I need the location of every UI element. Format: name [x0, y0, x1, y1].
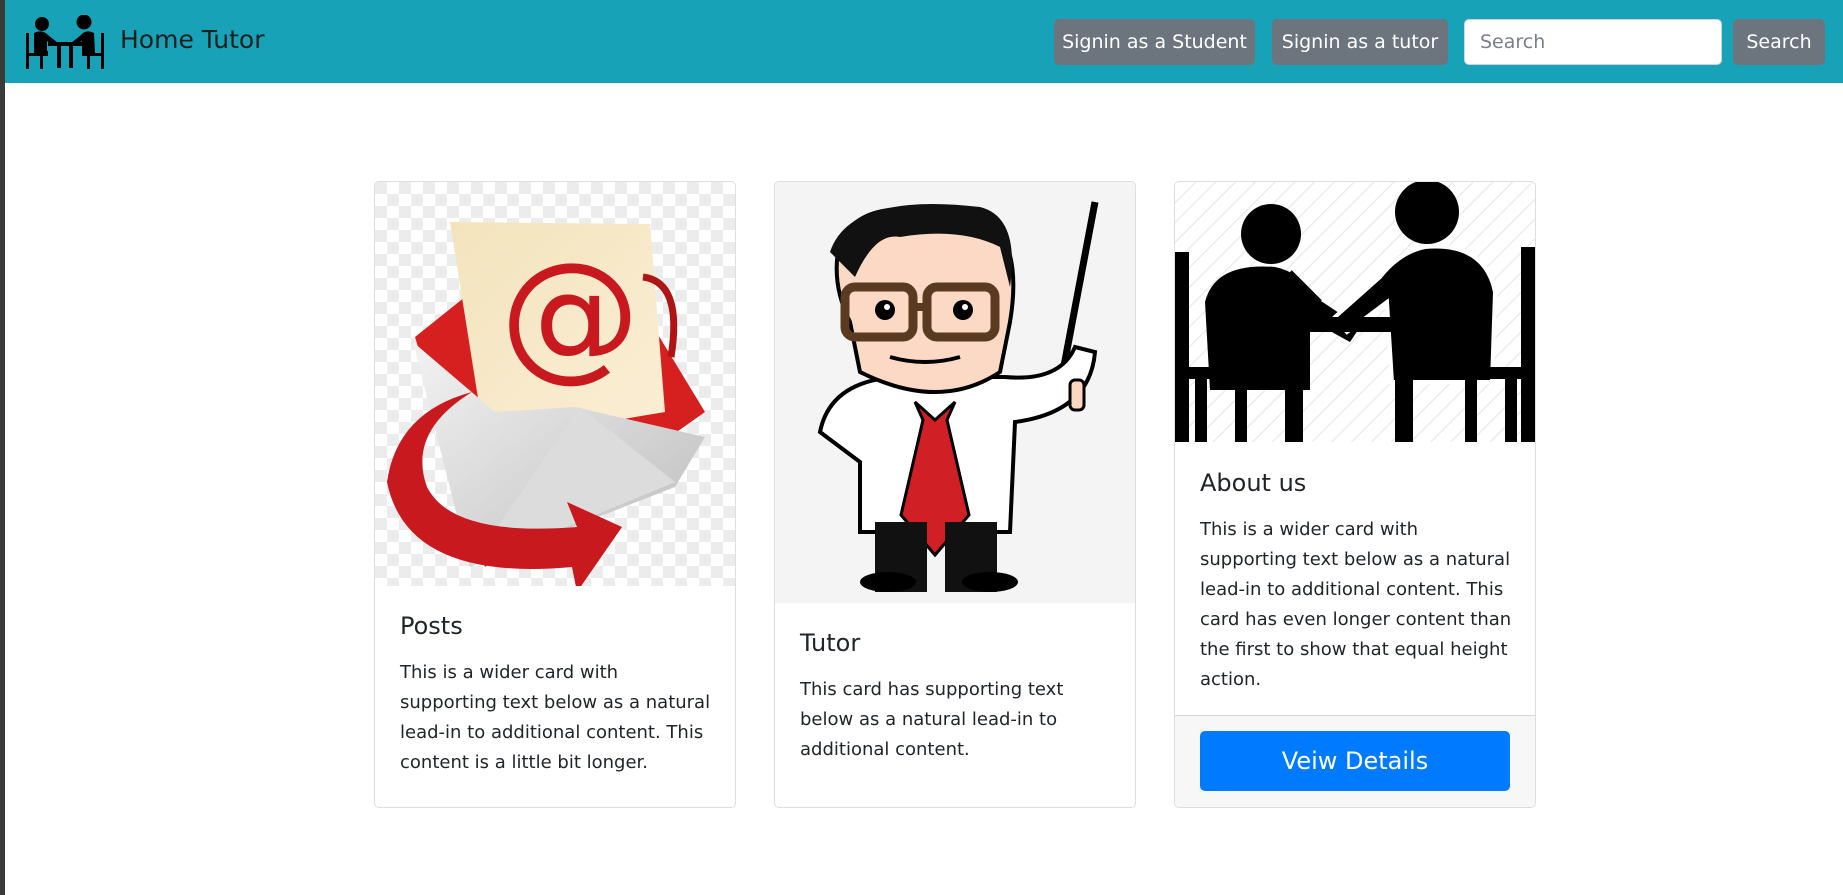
- view-details-button[interactable]: Veiw Details: [1200, 731, 1510, 791]
- posts-card: @ Posts This is a wider card with suppor…: [374, 181, 736, 808]
- tutoring-session-icon: [1175, 182, 1535, 442]
- about-card-footer: Veiw Details: [1175, 715, 1535, 807]
- search-input[interactable]: [1464, 19, 1722, 65]
- posts-card-text: This is a wider card with supporting tex…: [400, 662, 711, 773]
- tutor-card: Tutor This card has supporting text belo…: [774, 181, 1136, 808]
- tutor-with-pointer-illustration: [775, 182, 1135, 603]
- tutor-card-title: Tutor: [800, 629, 861, 657]
- about-card: About us This is a wider card with suppo…: [1174, 181, 1536, 808]
- window-left-edge: [0, 0, 5, 895]
- top-navbar: Home Tutor Signin as a Student Signin as…: [5, 0, 1843, 83]
- tutor-card-text: This card has supporting text below as a…: [800, 679, 1064, 760]
- signin-tutor-button[interactable]: Signin as a tutor: [1272, 19, 1448, 65]
- signin-student-button[interactable]: Signin as a Student: [1054, 19, 1255, 65]
- search-button[interactable]: Search: [1733, 19, 1825, 65]
- about-card-title: About us: [1200, 469, 1307, 497]
- about-card-text: This is a wider card with supporting tex…: [1200, 519, 1512, 690]
- svg-text:@: @: [500, 233, 640, 396]
- email-envelope-icon: @: [375, 182, 735, 586]
- tutoring-people-icon[interactable]: [24, 15, 106, 69]
- posts-card-title: Posts: [400, 612, 463, 640]
- brand-title[interactable]: Home Tutor: [120, 25, 264, 54]
